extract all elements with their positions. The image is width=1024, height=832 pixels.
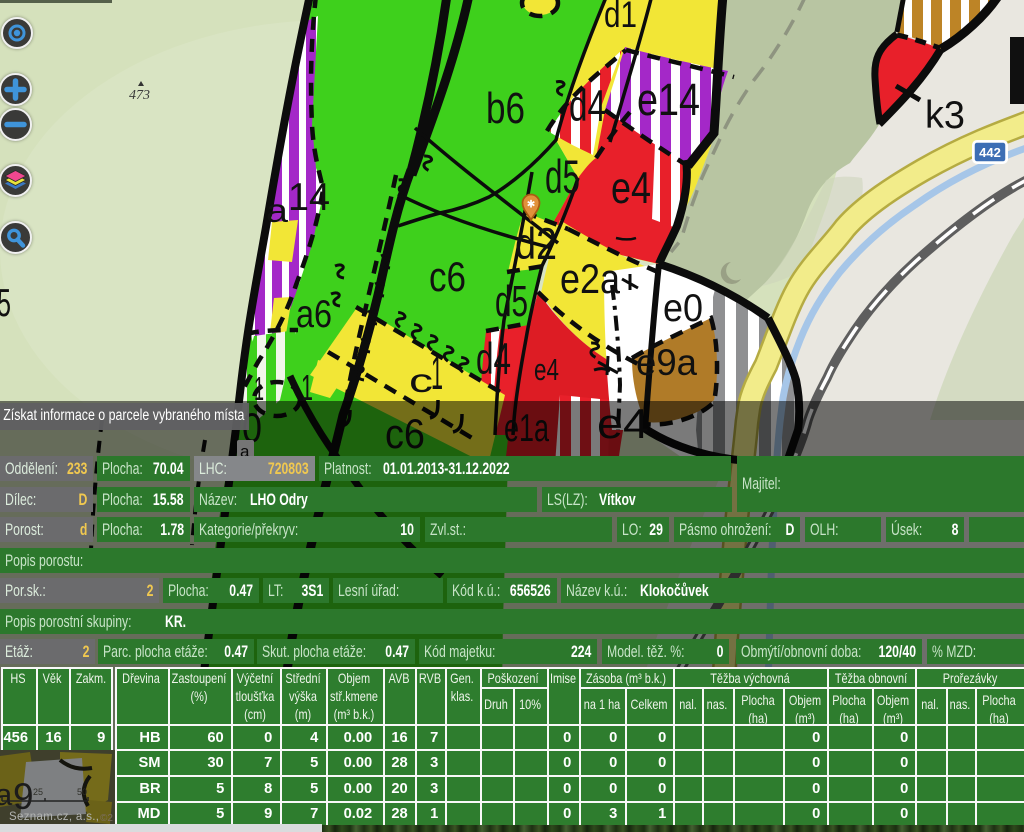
svg-text:14: 14 [288,176,330,219]
svg-text:d4: d4 [476,335,511,384]
svg-text:c: c [409,363,433,400]
svg-text:✱: ✱ [527,199,536,211]
svg-text:d4: d4 [569,82,606,131]
svg-text:473: 473 [129,88,150,103]
svg-text:1: 1 [431,347,443,400]
svg-text:e14: e14 [637,74,700,125]
svg-text:a: a [266,193,289,230]
svg-text:©2: ©2 [100,813,113,824]
svg-text:c6: c6 [429,253,466,300]
svg-text:d5: d5 [495,278,528,326]
svg-text:k3: k3 [925,94,965,137]
svg-text:e4: e4 [611,164,651,213]
svg-text:a6: a6 [296,293,332,336]
svg-text:50: 50 [77,787,87,797]
svg-text:d2: d2 [515,220,557,269]
svg-text:Seznam.cz, a.s.,: Seznam.cz, a.s., [9,811,99,823]
svg-text:5: 5 [0,282,11,325]
svg-text:e4: e4 [534,353,559,387]
svg-text:e2a: e2a [560,255,621,302]
svg-text:a: a [0,777,13,812]
svg-text:d1: d1 [604,0,637,35]
svg-text:b6: b6 [486,85,525,133]
svg-text:e9a: e9a [636,341,697,383]
svg-text:442: 442 [979,145,1001,160]
svg-text:25: 25 [33,787,43,797]
svg-text:d5: d5 [545,151,580,204]
svg-text:e0: e0 [663,287,703,330]
